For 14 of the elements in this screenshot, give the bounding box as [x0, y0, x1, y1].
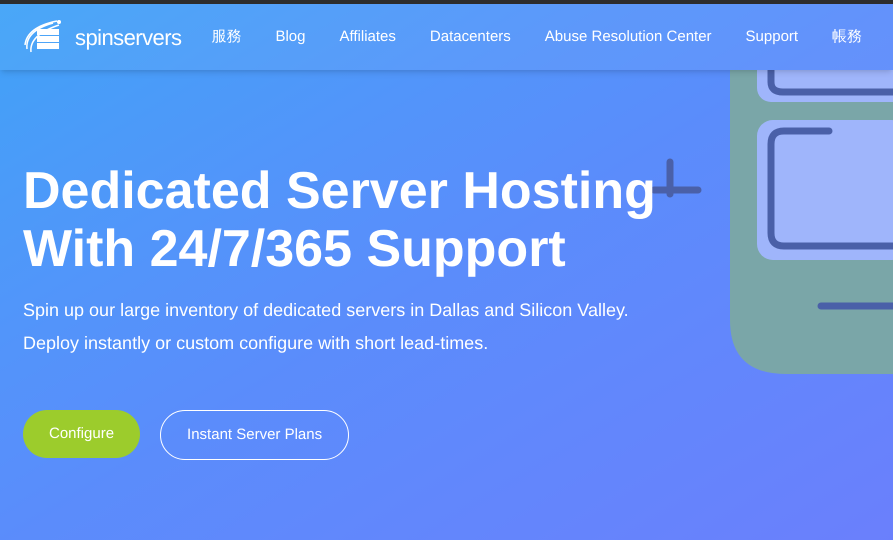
- nav-link[interactable]: Datacenters: [430, 26, 511, 48]
- hero-description: Spin up our large inventory of dedicated servers in Dallas and Silicon Valley.: [23, 299, 629, 322]
- nav-link[interactable]: 服務: [211, 26, 242, 48]
- hero-description: Deploy instantly or custom configure with short lead-times.: [23, 332, 488, 355]
- hero-heading: With 24/7/365 Support: [23, 220, 566, 278]
- nav-link[interactable]: 帳務: [832, 26, 862, 48]
- nav-link[interactable]: Affiliates: [339, 26, 396, 48]
- logo-text[interactable]: spinservers: [75, 20, 182, 54]
- configure-button[interactable]: Configure: [23, 410, 140, 458]
- nav-link[interactable]: Support: [746, 26, 798, 48]
- plans-button[interactable]: Instant Server Plans: [160, 410, 350, 460]
- hero-heading: Dedicated Server Hosting: [23, 162, 656, 220]
- nav-link[interactable]: Abuse Resolution Center: [544, 26, 712, 48]
- nav-link[interactable]: Blog: [275, 26, 306, 48]
